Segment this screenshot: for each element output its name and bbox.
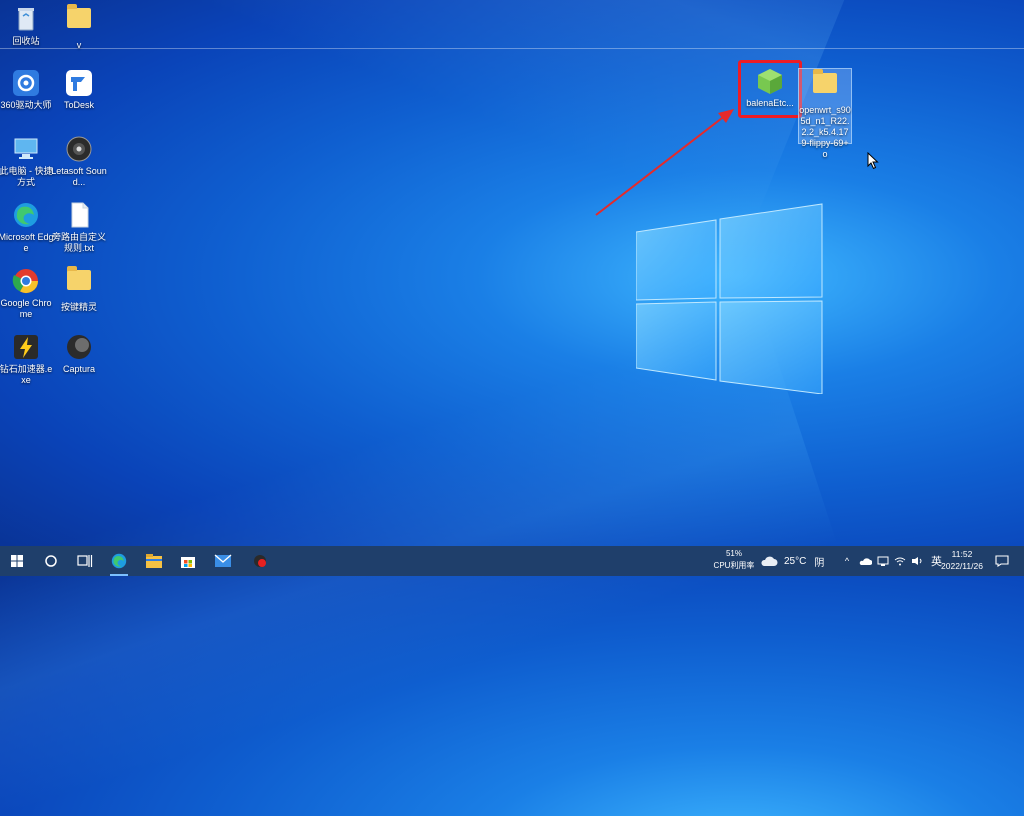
taskbar-file-explorer[interactable] [137,546,171,576]
start-button[interactable] [0,546,34,576]
clock[interactable]: 11:52 2022/11/26 [936,548,988,572]
task-view-button[interactable] [68,546,102,576]
taskbar: 51% CPU利用率 25°C 阴 ^ 英 11:52 2022/11/26 [0,546,1024,576]
edge-icon [111,553,127,569]
wifi-icon[interactable] [894,556,906,566]
task-view-icon [77,555,93,567]
clock-time: 11:52 [951,549,973,559]
search-button[interactable] [34,546,68,576]
volume-icon[interactable] [911,556,923,566]
store-icon [181,557,195,568]
file-explorer-icon [146,554,162,568]
weather-desc: 阴 [814,557,825,569]
search-circle-icon [45,555,57,567]
taskbar-mail[interactable] [206,546,240,576]
weather-temp: 25°C [784,555,807,567]
mouse-cursor-icon [867,152,879,170]
annotation-arrow [595,109,734,216]
notification-center-button[interactable] [988,546,1016,576]
record-icon [254,555,266,567]
cpu-label: CPU利用率 [713,561,755,570]
windows-start-icon [11,555,23,567]
taskbar-microsoft-store[interactable] [171,546,205,576]
notification-icon [995,555,1009,567]
taskbar-recorder[interactable] [243,546,277,576]
onedrive-icon[interactable] [858,556,872,566]
cloud-icon [761,556,778,566]
cpu-percent: 51% [725,549,742,558]
mail-icon [214,554,232,567]
chevron-up-icon[interactable]: ^ [840,556,854,566]
clock-date: 2022/11/26 [941,561,983,571]
network-icon[interactable] [877,556,889,566]
weather-widget[interactable]: 25°C 阴 [760,546,824,576]
taskbar-edge[interactable] [102,546,136,576]
cpu-usage[interactable]: 51% CPU利用率 [706,548,762,572]
